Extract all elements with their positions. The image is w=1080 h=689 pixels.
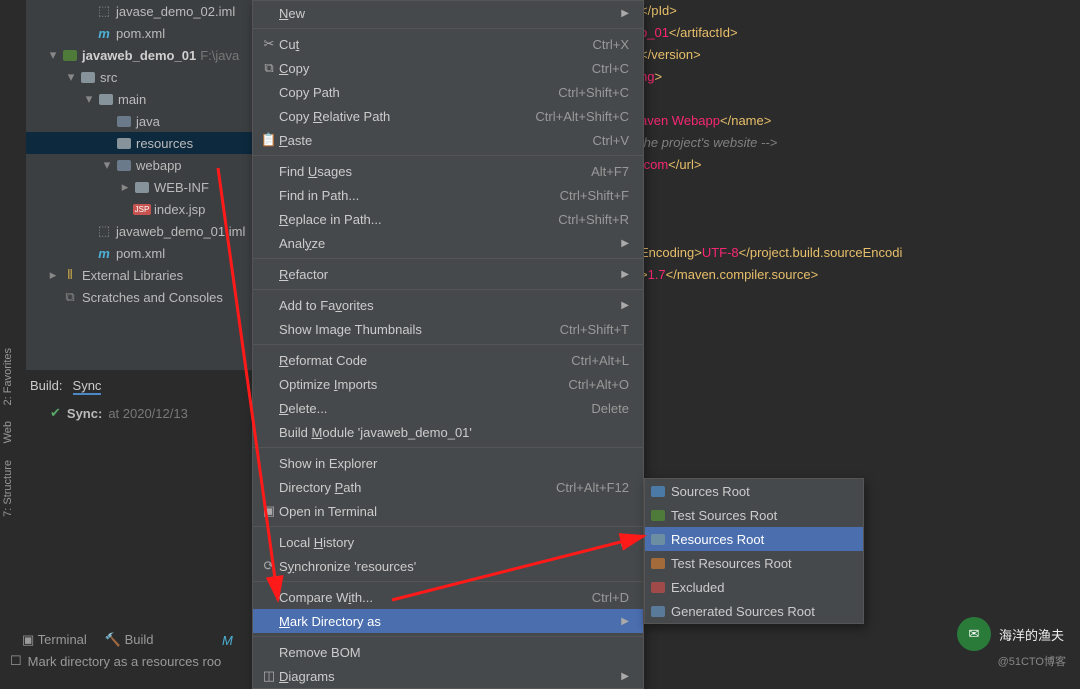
menu-item[interactable]: Copy Relative PathCtrl+Alt+Shift+C: [253, 104, 643, 128]
submenu-item[interactable]: Excluded: [645, 575, 863, 599]
tree-item[interactable]: ▾main: [26, 88, 252, 110]
menu-item[interactable]: Mark Directory as▶: [253, 609, 643, 633]
submenu-item[interactable]: Generated Sources Root: [645, 599, 863, 623]
tree-item[interactable]: resources: [26, 132, 252, 154]
left-side-tabs: 2: Favorites Web 7: Structure: [0, 340, 22, 525]
menu-item[interactable]: Optimize ImportsCtrl+Alt+O: [253, 372, 643, 396]
menu-item[interactable]: Local History▶: [253, 530, 643, 554]
menu-item[interactable]: ⟳Synchronize 'resources': [253, 554, 643, 578]
wechat-icon: ✉: [957, 617, 991, 651]
menu-item[interactable]: Delete...Delete: [253, 396, 643, 420]
tree-item[interactable]: JSPindex.jsp: [26, 198, 252, 220]
submenu-item[interactable]: Sources Root: [645, 479, 863, 503]
menu-item[interactable]: Add to Favorites▶: [253, 293, 643, 317]
status-bar: ☐ Mark directory as a resources roo: [10, 653, 221, 669]
tab-build[interactable]: 🔨 Build: [105, 632, 154, 648]
tree-item[interactable]: java: [26, 110, 252, 132]
menu-item[interactable]: Build Module 'javaweb_demo_01': [253, 420, 643, 444]
menu-item[interactable]: Replace in Path...Ctrl+Shift+R: [253, 207, 643, 231]
tree-item[interactable]: ⧉Scratches and Consoles: [26, 286, 252, 308]
submenu-item[interactable]: Resources Root: [645, 527, 863, 551]
context-menu[interactable]: New▶ ✂CutCtrl+X⧉CopyCtrl+CCopy PathCtrl+S…: [252, 0, 644, 689]
menu-item[interactable]: ✂CutCtrl+X: [253, 32, 643, 56]
build-title: Build:: [30, 378, 63, 395]
menu-item[interactable]: Show Image ThumbnailsCtrl+Shift+T: [253, 317, 643, 341]
menu-item[interactable]: Refactor▶: [253, 262, 643, 286]
build-pane: Build: Sync ✔ Sync: at 2020/12/13: [22, 374, 252, 427]
build-sync-row[interactable]: ✔ Sync: at 2020/12/13: [22, 399, 252, 427]
menu-item[interactable]: Analyze▶: [253, 231, 643, 255]
menu-item[interactable]: ◫Diagrams▶: [253, 664, 643, 688]
menu-item[interactable]: Reformat CodeCtrl+Alt+L: [253, 348, 643, 372]
mark-directory-submenu[interactable]: Sources RootTest Sources RootResources R…: [644, 478, 864, 624]
menu-item[interactable]: Find UsagesAlt+F7: [253, 159, 643, 183]
tree-item[interactable]: ⬚javaweb_demo_01.iml: [26, 220, 252, 242]
menu-item[interactable]: ▣Open in Terminal: [253, 499, 643, 523]
build-tab-sync[interactable]: Sync: [73, 378, 102, 395]
tree-item[interactable]: ⬚javase_demo_02.iml: [26, 0, 252, 22]
watermark: ✉ 海洋的渔夫: [957, 617, 1064, 651]
tab-structure[interactable]: 7: Structure: [0, 452, 16, 525]
tab-maven[interactable]: M: [222, 633, 233, 648]
menu-item[interactable]: New▶: [253, 1, 643, 25]
submenu-item[interactable]: Test Resources Root: [645, 551, 863, 575]
submenu-item[interactable]: Test Sources Root: [645, 503, 863, 527]
menu-item[interactable]: Copy PathCtrl+Shift+C: [253, 80, 643, 104]
tab-web[interactable]: Web: [0, 413, 16, 451]
tree-item[interactable]: ▾webapp: [26, 154, 252, 176]
menu-item[interactable]: Directory PathCtrl+Alt+F12: [253, 475, 643, 499]
tree-item[interactable]: mpom.xml: [26, 22, 252, 44]
tree-item[interactable]: ▾javaweb_demo_01 F:\java: [26, 44, 252, 66]
menu-item[interactable]: ⧉CopyCtrl+C: [253, 56, 643, 80]
credit-text: @51CTO博客: [998, 653, 1066, 669]
menu-item[interactable]: 📋PasteCtrl+V: [253, 128, 643, 152]
menu-item[interactable]: Compare With...Ctrl+D: [253, 585, 643, 609]
bottom-tool-tabs: ▣ Terminal 🔨 Build M: [22, 629, 154, 651]
tree-item[interactable]: mpom.xml: [26, 242, 252, 264]
code-editor[interactable]: </pId>o_01</artifactId></version>ng> ave…: [640, 0, 1080, 370]
checkbox-icon[interactable]: ☐: [10, 653, 22, 669]
check-icon: ✔: [50, 405, 61, 421]
tree-item[interactable]: ▾src: [26, 66, 252, 88]
tree-item[interactable]: ▸WEB-INF: [26, 176, 252, 198]
menu-item[interactable]: Show in Explorer: [253, 451, 643, 475]
tab-terminal[interactable]: ▣ Terminal: [22, 632, 87, 648]
tab-favorites[interactable]: 2: Favorites: [0, 340, 16, 413]
menu-item[interactable]: Find in Path...Ctrl+Shift+F: [253, 183, 643, 207]
project-tree[interactable]: ⬚javase_demo_02.imlmpom.xml▾javaweb_demo…: [26, 0, 252, 370]
menu-item[interactable]: Remove BOM: [253, 640, 643, 664]
tree-item[interactable]: ▸⫴External Libraries: [26, 264, 252, 286]
